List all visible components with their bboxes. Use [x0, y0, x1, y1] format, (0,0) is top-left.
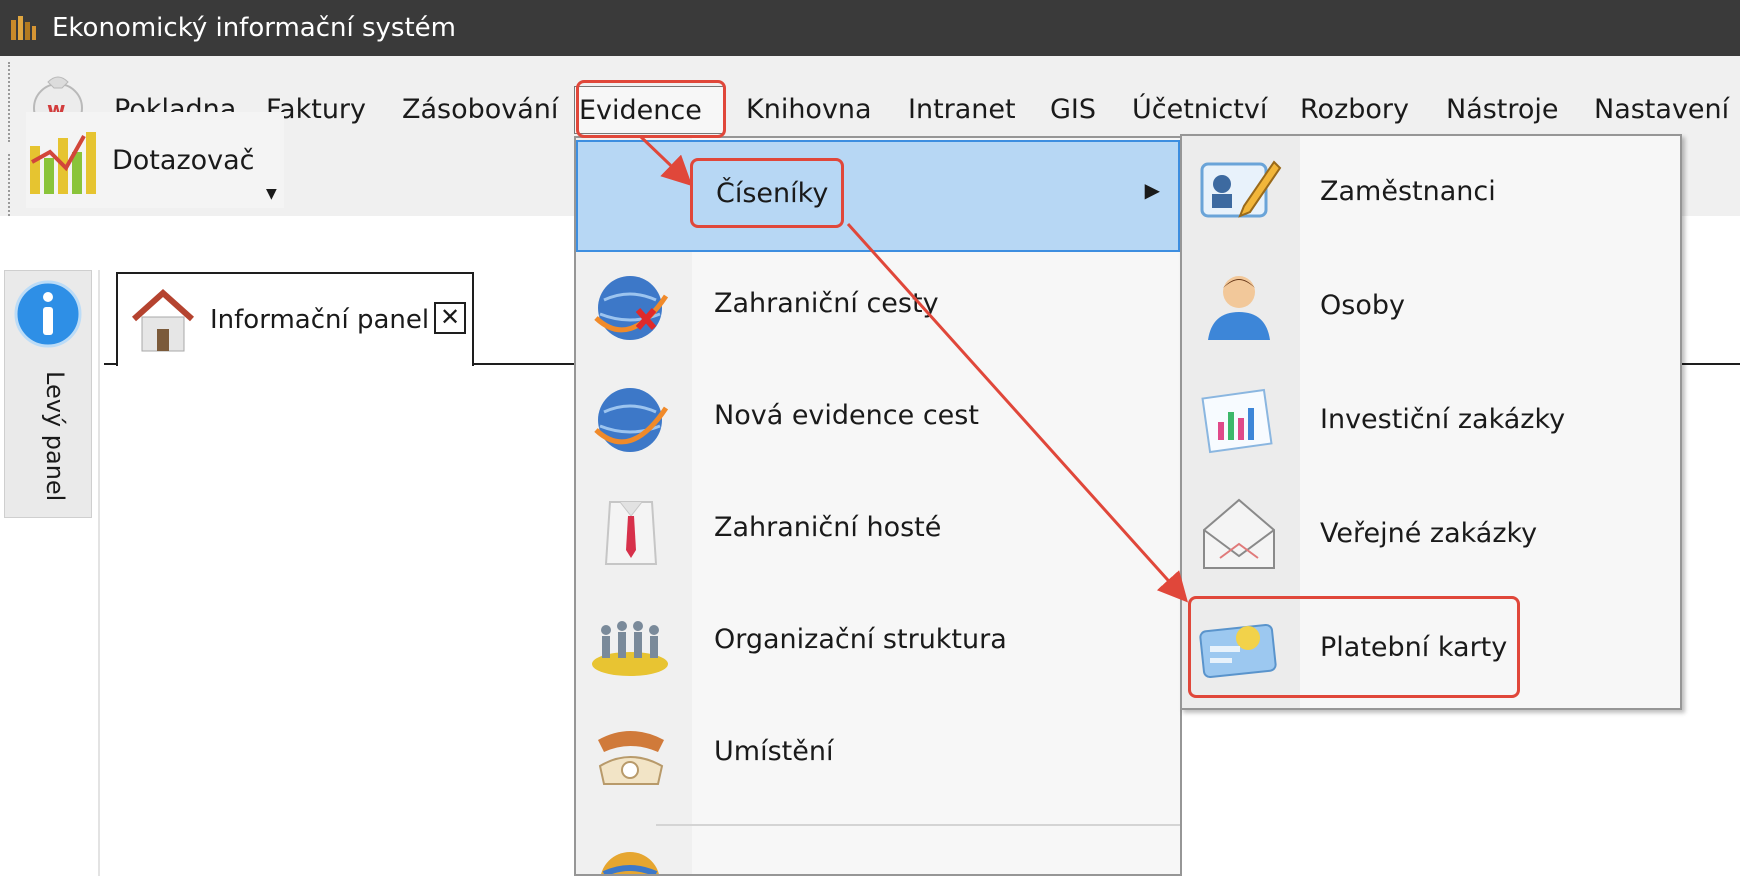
menu-item-ciseniky[interactable]: Číseníky ▶ — [576, 140, 1180, 252]
tab-label: Informační panel — [210, 305, 430, 335]
menu-separator — [656, 824, 1180, 826]
close-tab-button[interactable]: ✕ — [434, 302, 466, 334]
shirt-tie-icon — [604, 501, 658, 565]
submenu-item-label: Zaměstnanci — [1320, 176, 1496, 207]
tab-informacni-panel[interactable]: Informační panel ✕ — [116, 272, 474, 366]
globe-x-icon — [594, 276, 669, 340]
submenu-item-label: Osoby — [1320, 290, 1405, 321]
left-panel-label: Levý panel — [41, 371, 69, 502]
menu-item-label: Umístění — [714, 736, 834, 767]
menu-item-umisteni[interactable]: Umístění — [576, 700, 1180, 812]
left-divider — [98, 270, 100, 876]
menu-intranet[interactable]: Intranet — [904, 86, 1020, 134]
menu-item-nova-evidence-cest[interactable]: Nová evidence cest — [576, 364, 1180, 476]
home-icon — [131, 288, 195, 352]
submenu-item-zamestnanci[interactable]: Zaměstnanci — [1182, 136, 1680, 250]
submenu-item-verejne-zakazky[interactable]: Veřejné zakázky — [1182, 478, 1680, 592]
evidence-menu: Číseníky ▶ Zahraniční cesty Nová evidenc… — [574, 136, 1182, 876]
menu-knihovna[interactable]: Knihovna — [742, 86, 876, 134]
chart-paper-icon — [1201, 388, 1273, 454]
query-button-label: Dotazovač — [112, 144, 255, 176]
submenu-item-investicni-zakazky[interactable]: Investiční zakázky — [1182, 364, 1680, 478]
annotation-box-platebni-karty — [1188, 596, 1520, 698]
menu-item-label: Organizační struktura — [714, 624, 1007, 655]
menu-item-label: Nová evidence cest — [714, 400, 979, 431]
submenu-item-osoby[interactable]: Osoby — [1182, 250, 1680, 364]
dropdown-caret-icon[interactable]: ▼ — [266, 186, 277, 202]
toolbar-grip[interactable] — [8, 62, 14, 142]
menu-item-label: Zahraniční hosté — [714, 512, 942, 543]
menu-item-zahranicni-cesty[interactable]: Zahraniční cesty — [576, 252, 1180, 364]
submenu-item-label: Veřejné zakázky — [1320, 518, 1538, 549]
menu-item-label: Zahraniční cesty — [714, 288, 939, 319]
person-icon — [1208, 276, 1270, 340]
globe-icon — [594, 388, 669, 452]
bar-chart-icon — [30, 132, 96, 194]
menu-nastaveni[interactable]: Nastavení — [1590, 86, 1733, 134]
menu-item-organizacni-struktura[interactable]: Organizační struktura — [576, 588, 1180, 700]
id-card-pencil-icon — [1200, 160, 1282, 218]
title-bar: Ekonomický informační systém — [0, 0, 1740, 56]
menu-nastroje[interactable]: Nástroje — [1442, 86, 1563, 134]
envelope-icon — [1203, 498, 1275, 569]
window-title: Ekonomický informační systém — [52, 13, 456, 43]
menu-gis[interactable]: GIS — [1046, 86, 1100, 134]
globe-folder-icon — [601, 852, 659, 874]
menu-zasobovani[interactable]: Zásobování — [398, 86, 562, 134]
submenu-item-label: Investiční zakázky — [1320, 404, 1566, 435]
menu-item-zahranicni-hoste[interactable]: Zahraniční hosté — [576, 476, 1180, 588]
left-panel-tab[interactable]: Levý panel — [4, 270, 92, 518]
people-platform-icon — [592, 621, 668, 676]
query-button[interactable]: Dotazovač ▼ — [26, 112, 284, 208]
submenu-arrow-icon: ▶ — [1144, 178, 1160, 202]
annotation-box-ciseniky — [690, 158, 844, 228]
menu-rozbory[interactable]: Rozbory — [1296, 86, 1413, 134]
telephone-icon — [598, 731, 664, 785]
info-icon — [14, 280, 82, 348]
app-logo-icon — [11, 16, 36, 40]
menu-ucetnictvi[interactable]: Účetnictví — [1128, 86, 1271, 134]
tab-strip-line — [104, 363, 118, 365]
annotation-box-evidence — [576, 80, 726, 138]
